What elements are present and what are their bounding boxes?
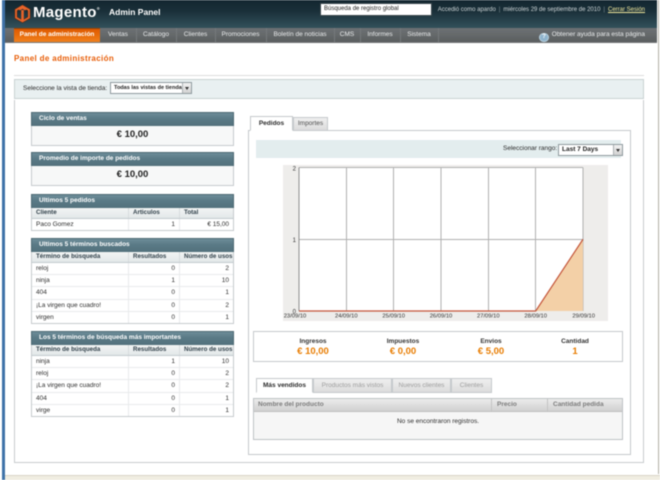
svg-text:28/09/10: 28/09/10: [524, 314, 547, 320]
svg-text:29/09/10: 29/09/10: [572, 314, 595, 320]
svg-text:27/09/10: 27/09/10: [477, 314, 500, 320]
svg-text:23/09/10: 23/09/10: [284, 314, 307, 320]
svg-text:25/09/10: 25/09/10: [382, 314, 405, 320]
svg-text:26/09/10: 26/09/10: [430, 314, 453, 320]
svg-text:24/09/10: 24/09/10: [335, 314, 358, 320]
